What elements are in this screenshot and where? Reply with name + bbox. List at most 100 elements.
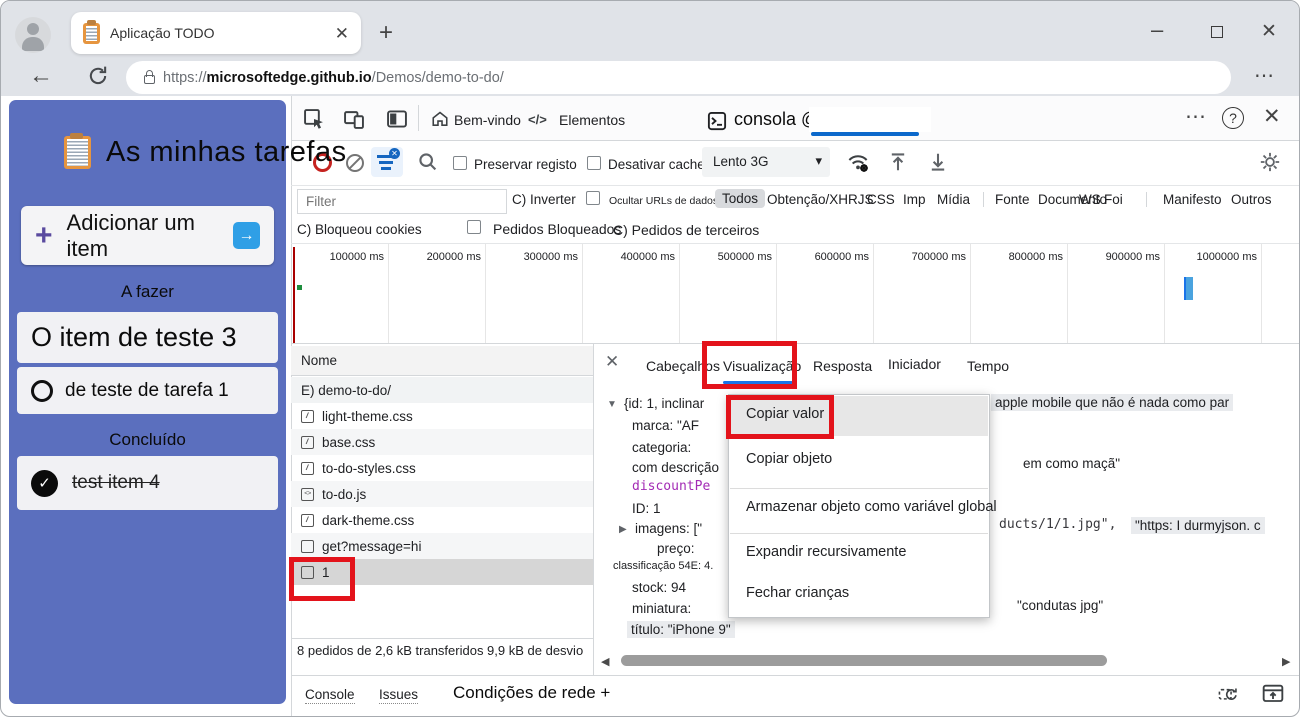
- export-har-icon[interactable]: [927, 151, 949, 178]
- scroll-left-arrow[interactable]: ◀: [601, 655, 609, 668]
- address-bar[interactable]: https://microsoftedge.github.io/Demos/de…: [126, 61, 1231, 94]
- drawer-tab-network-conditions[interactable]: Condições de rede +: [453, 683, 610, 703]
- network-settings-gear-icon[interactable]: [1259, 151, 1281, 178]
- json-value-overflow: ducts/1/1.jpg",: [999, 517, 1117, 532]
- clear-activity-icon[interactable]: [1217, 683, 1239, 710]
- expand-open-icon[interactable]: ▼: [607, 399, 617, 410]
- window-close-button[interactable]: [1261, 22, 1277, 41]
- json-prop[interactable]: preço:: [657, 541, 695, 556]
- close-details-icon[interactable]: [605, 353, 619, 370]
- tab-response[interactable]: Resposta: [813, 358, 872, 374]
- json-prop-titulo[interactable]: título: "iPhone 9": [627, 621, 735, 638]
- unchecked-circle-icon[interactable]: [31, 379, 53, 402]
- add-item-label: Adicionar um item: [66, 209, 195, 261]
- json-root[interactable]: {id: 1, inclinar: [624, 396, 704, 411]
- inspect-element-icon[interactable]: [303, 108, 325, 135]
- import-har-icon[interactable]: [887, 151, 909, 178]
- menu-copy-object[interactable]: Copiar objeto: [746, 451, 832, 467]
- panel-splitter[interactable]: [593, 343, 594, 675]
- filter-type-other[interactable]: Outros: [1231, 192, 1272, 207]
- filter-type-wasm[interactable]: Foi: [1104, 192, 1123, 207]
- help-icon[interactable]: ?: [1222, 107, 1244, 129]
- filter-type-ws[interactable]: WS: [1079, 192, 1101, 207]
- filter-type-img[interactable]: Imp: [903, 192, 926, 207]
- table-row[interactable]: base.css: [291, 429, 593, 455]
- disable-cache-label[interactable]: Desativar cache: [608, 157, 705, 172]
- network-table-header[interactable]: Nome: [291, 346, 593, 376]
- checked-circle-icon[interactable]: [31, 469, 58, 497]
- throttling-select[interactable]: Lento 3G: [702, 147, 830, 177]
- disable-cache-checkbox[interactable]: [587, 156, 601, 170]
- preserve-log-checkbox[interactable]: [453, 156, 467, 170]
- drawer-tab-console[interactable]: Console: [305, 687, 355, 704]
- json-prop[interactable]: discountPe: [632, 479, 710, 494]
- table-row[interactable]: E) demo-to-do/: [291, 377, 593, 403]
- table-row[interactable]: to-do-styles.css: [291, 455, 593, 481]
- menu-collapse-children[interactable]: Fechar crianças: [746, 585, 849, 601]
- todo-item[interactable]: de teste de tarefa 1: [17, 367, 278, 414]
- tab-timing[interactable]: Tempo: [967, 358, 1009, 374]
- blocked-cookies-label[interactable]: C) Bloqueou cookies: [297, 222, 422, 237]
- filter-type-all-selected[interactable]: Todos: [715, 189, 766, 208]
- todo-item[interactable]: O item de teste 3: [17, 312, 278, 363]
- json-prop[interactable]: categoria:: [632, 440, 691, 455]
- filter-type-css[interactable]: CSS: [867, 192, 895, 207]
- menu-expand-recursively[interactable]: Expandir recursivamente: [746, 544, 906, 560]
- back-button[interactable]: [29, 64, 53, 88]
- tab-initiator[interactable]: Iniciador: [888, 356, 941, 372]
- new-tab-button[interactable]: [379, 21, 393, 45]
- profile-avatar[interactable]: [15, 17, 51, 53]
- dock-side-icon[interactable]: [386, 108, 408, 135]
- table-row[interactable]: to-do.js: [291, 481, 593, 507]
- third-party-label[interactable]: C) Pedidos de terceiros: [613, 222, 759, 238]
- hide-data-urls-label[interactable]: Ocultar URLs de dados: [609, 195, 718, 207]
- network-conditions-icon[interactable]: [846, 150, 870, 179]
- refresh-button[interactable]: [87, 65, 109, 92]
- search-icon[interactable]: [417, 151, 438, 177]
- preserve-log-label[interactable]: Preservar registo: [474, 157, 577, 172]
- drawer-tab-issues[interactable]: Issues: [379, 687, 419, 704]
- json-prop[interactable]: stock: 94: [632, 580, 686, 595]
- menu-store-global[interactable]: Armazenar objeto como variável global: [746, 499, 997, 515]
- filter-type-font[interactable]: Fonte: [995, 192, 1030, 207]
- browser-menu-button[interactable]: [1254, 66, 1274, 86]
- filter-type-media[interactable]: Mídia: [937, 192, 970, 207]
- table-row[interactable]: light-theme.css: [291, 403, 593, 429]
- horizontal-scrollbar-thumb[interactable]: [621, 655, 1107, 666]
- submit-arrow-icon[interactable]: [233, 222, 260, 249]
- tab-close-icon[interactable]: [335, 25, 349, 42]
- filter-type-xhr[interactable]: Obtenção/XHRJS: [767, 192, 874, 207]
- invert-filter-checkbox[interactable]: [586, 191, 600, 205]
- window-minimize-button[interactable]: [1151, 19, 1163, 41]
- tab-welcome[interactable]: Bem-vindo: [454, 112, 521, 128]
- table-row[interactable]: get?message=hi: [291, 533, 593, 559]
- json-prop[interactable]: classificação 54E: 4.: [613, 560, 713, 572]
- devtools-more-button[interactable]: [1185, 106, 1206, 127]
- expand-closed-icon[interactable]: ▶: [619, 524, 627, 535]
- table-row[interactable]: dark-theme.css: [291, 507, 593, 533]
- json-prop[interactable]: miniatura:: [632, 601, 691, 616]
- add-item-button[interactable]: + Adicionar um item: [21, 206, 274, 265]
- invert-filter-label[interactable]: C) Inverter: [512, 192, 576, 207]
- network-filter-input[interactable]: [297, 189, 507, 214]
- filter-toggle-icon[interactable]: ✕: [371, 147, 403, 177]
- completed-item[interactable]: test item 4: [17, 456, 278, 510]
- json-prop[interactable]: marca: "AF: [632, 418, 699, 433]
- tab-elements[interactable]: Elementos: [559, 112, 625, 128]
- json-prop[interactable]: imagens: [": [635, 521, 702, 536]
- window-maximize-button[interactable]: [1211, 26, 1223, 38]
- json-prop[interactable]: ID: 1: [632, 501, 661, 516]
- devtools-close-button[interactable]: [1263, 106, 1281, 127]
- scroll-right-arrow[interactable]: ▶: [1282, 655, 1290, 668]
- browser-tab[interactable]: Aplicação TODO: [71, 12, 361, 54]
- filter-type-manifest[interactable]: Manifesto: [1163, 192, 1222, 207]
- hidden-tab-label[interactable]: [809, 107, 931, 132]
- request-bar-blue[interactable]: [1184, 277, 1193, 300]
- expand-panel-icon[interactable]: [1261, 681, 1285, 710]
- blocked-requests-label[interactable]: Pedidos Bloqueados: [493, 221, 621, 237]
- device-emulation-icon[interactable]: [343, 108, 365, 135]
- divider: [983, 192, 984, 207]
- clear-network-log-icon[interactable]: [346, 154, 364, 172]
- blocked-requests-checkbox[interactable]: [467, 220, 481, 234]
- json-prop[interactable]: com descrição: [632, 460, 719, 475]
